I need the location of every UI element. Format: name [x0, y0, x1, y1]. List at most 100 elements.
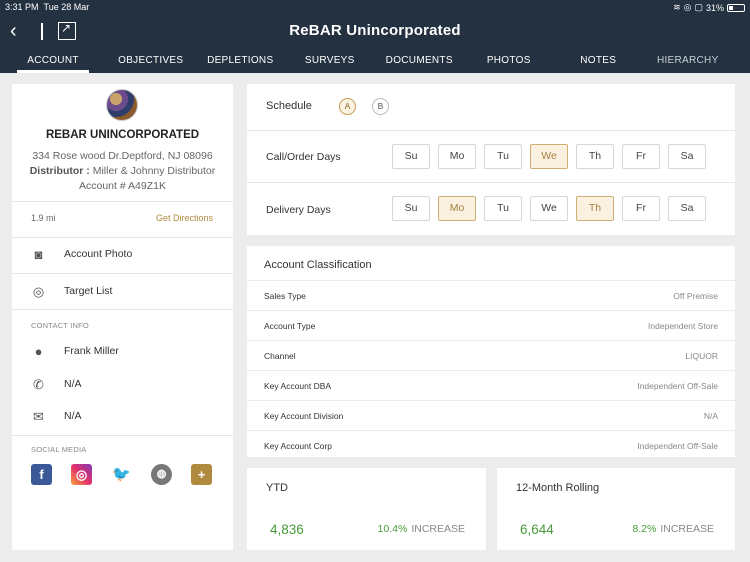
battery-icon [727, 3, 745, 12]
row-value: Off Premise [673, 291, 718, 301]
divider [12, 435, 233, 436]
account-name: REBAR UNINCORPORATED [45, 129, 200, 141]
social-media-heading: SOCIAL MEDIA [31, 445, 87, 454]
target-list-label: Target List [64, 285, 113, 297]
call-day-sa[interactable]: Sa [668, 144, 706, 169]
row-value: Independent Off-Sale [637, 441, 718, 451]
social-icons: f ◎ 🐦 ◍ + [31, 464, 212, 485]
ytd-trend-label: INCREASE [411, 523, 465, 535]
divider [247, 130, 735, 131]
delivery-days-label: Delivery Days [266, 204, 331, 216]
tab-depletions[interactable]: DEPLETIONS [196, 52, 286, 73]
row-key: Key Account Division [264, 411, 344, 421]
table-row: Account Type Independent Store [247, 310, 735, 340]
rolling-title: 12-Month Rolling [516, 482, 600, 494]
table-row: Key Account Corp Independent Off-Sale [247, 430, 735, 460]
tab-account[interactable]: ACCOUNT [0, 52, 106, 73]
status-bar: 3:31 PM Tue 28 Mar ≋ ◎ ▢ 31% [5, 2, 745, 14]
delivery-day-mo[interactable]: Mo [438, 196, 476, 221]
rolling-percent: 8.2% [632, 523, 657, 535]
table-row: Key Account DBA Independent Off-Sale [247, 370, 735, 400]
add-social-button[interactable]: + [191, 464, 212, 485]
rolling-value: 6,644 [520, 522, 554, 537]
twitter-icon[interactable]: 🐦 [111, 464, 132, 485]
divider [247, 182, 735, 183]
table-row: Key Account Division N/A [247, 400, 735, 430]
contact-name-row: ● Frank Miller [12, 334, 233, 370]
tab-photos[interactable]: PHOTOS [464, 52, 554, 73]
contact-phone-row[interactable]: ✆ N/A [12, 367, 233, 403]
call-order-days-label: Call/Order Days [266, 151, 341, 163]
account-distributor: Distributor : Miller & Johnny Distributo… [12, 165, 233, 177]
rolling-trend: 8.2% INCREASE [632, 523, 714, 535]
distance: 1.9 mi [31, 213, 56, 223]
tab-notes[interactable]: NOTES [554, 52, 644, 73]
tab-documents[interactable]: DOCUMENTS [375, 52, 465, 73]
call-day-tu[interactable]: Tu [484, 144, 522, 169]
schedule-option-b[interactable]: B [372, 98, 389, 115]
account-number: Account # A49Z1K [79, 180, 166, 192]
divider [12, 309, 233, 310]
tab-surveys[interactable]: SURVEYS [285, 52, 375, 73]
delivery-day-sa[interactable]: Sa [668, 196, 706, 221]
tab-objectives[interactable]: OBJECTIVES [106, 52, 196, 73]
location-icon: ◎ [683, 2, 692, 12]
row-key: Key Account Corp [264, 441, 333, 451]
ytd-trend: 10.4% INCREASE [378, 523, 465, 535]
row-key: Key Account DBA [264, 381, 332, 391]
call-day-mo[interactable]: Mo [438, 144, 476, 169]
facebook-icon[interactable]: f [31, 464, 52, 485]
phone-icon: ✆ [33, 377, 44, 392]
top-nav-bar: 3:31 PM Tue 28 Mar ≋ ◎ ▢ 31% ‹ ReBAR Uni… [0, 0, 750, 73]
status-time-date: 3:31 PM Tue 28 Mar [5, 2, 89, 12]
get-directions-link[interactable]: Get Directions [156, 213, 213, 223]
delivery-day-we[interactable]: We [530, 196, 568, 221]
call-days-group: Su Mo Tu We Th Fr Sa [392, 144, 706, 169]
account-classification-card: Account Classification Sales Type Off Pr… [247, 246, 735, 457]
row-key: Sales Type [264, 291, 306, 301]
row-value: LIQUOR [685, 351, 718, 361]
call-day-su[interactable]: Su [392, 144, 430, 169]
target-list-row[interactable]: ◎ Target List [12, 274, 233, 310]
account-info-panel: REBAR UNINCORPORATED 334 Rose wood Dr.De… [12, 84, 233, 550]
distributor-label: Distributor : [29, 165, 90, 177]
contact-info-heading: CONTACT INFO [31, 321, 89, 330]
row-value: Independent Store [648, 321, 718, 331]
globe-icon[interactable]: ◍ [151, 464, 172, 485]
status-date: Tue 28 Mar [43, 2, 90, 12]
delivery-day-fr[interactable]: Fr [622, 196, 660, 221]
call-day-th[interactable]: Th [576, 144, 614, 169]
mail-icon: ✉ [33, 409, 44, 424]
row-value: N/A [703, 411, 718, 421]
battery-percent: 31% [705, 2, 724, 13]
table-row: Channel LIQUOR [247, 340, 735, 370]
row-value: Independent Off-Sale [637, 381, 718, 391]
page-title: ReBAR Unincorporated [289, 22, 461, 39]
ytd-value: 4,836 [270, 522, 304, 537]
ytd-title: YTD [266, 482, 288, 494]
delivery-day-th[interactable]: Th [576, 196, 614, 221]
account-photo-row[interactable]: ◙ Account Photo [12, 237, 233, 273]
instagram-icon[interactable]: ◎ [71, 464, 92, 485]
schedule-card: Schedule A B Call/Order Days Su Mo Tu We… [247, 84, 735, 235]
ytd-card[interactable]: YTD 4,836 10.4% INCREASE [247, 468, 486, 550]
call-day-we[interactable]: We [530, 144, 568, 169]
delivery-day-su[interactable]: Su [392, 196, 430, 221]
account-photo-label: Account Photo [64, 248, 133, 260]
tab-bar: ACCOUNT OBJECTIVES DEPLETIONS SURVEYS DO… [0, 52, 750, 73]
rolling-trend-label: INCREASE [660, 523, 714, 535]
divider [12, 201, 233, 202]
schedule-option-a[interactable]: A [339, 98, 356, 115]
call-day-fr[interactable]: Fr [622, 144, 660, 169]
table-row: Sales Type Off Premise [247, 280, 735, 310]
account-avatar[interactable] [106, 89, 138, 121]
contact-email-row[interactable]: ✉ N/A [12, 399, 233, 435]
ytd-percent: 10.4% [377, 523, 408, 535]
tab-hierarchy[interactable]: HIERARCHY [643, 52, 733, 73]
rolling-card[interactable]: 12-Month Rolling 6,644 8.2% INCREASE [497, 468, 735, 550]
delivery-day-tu[interactable]: Tu [484, 196, 522, 221]
camera-icon: ◙ [34, 247, 43, 262]
status-time: 3:31 PM [5, 2, 39, 12]
account-address: 334 Rose wood Dr.Deptford, NJ 08096 [32, 150, 213, 162]
contact-name: Frank Miller [64, 345, 119, 357]
